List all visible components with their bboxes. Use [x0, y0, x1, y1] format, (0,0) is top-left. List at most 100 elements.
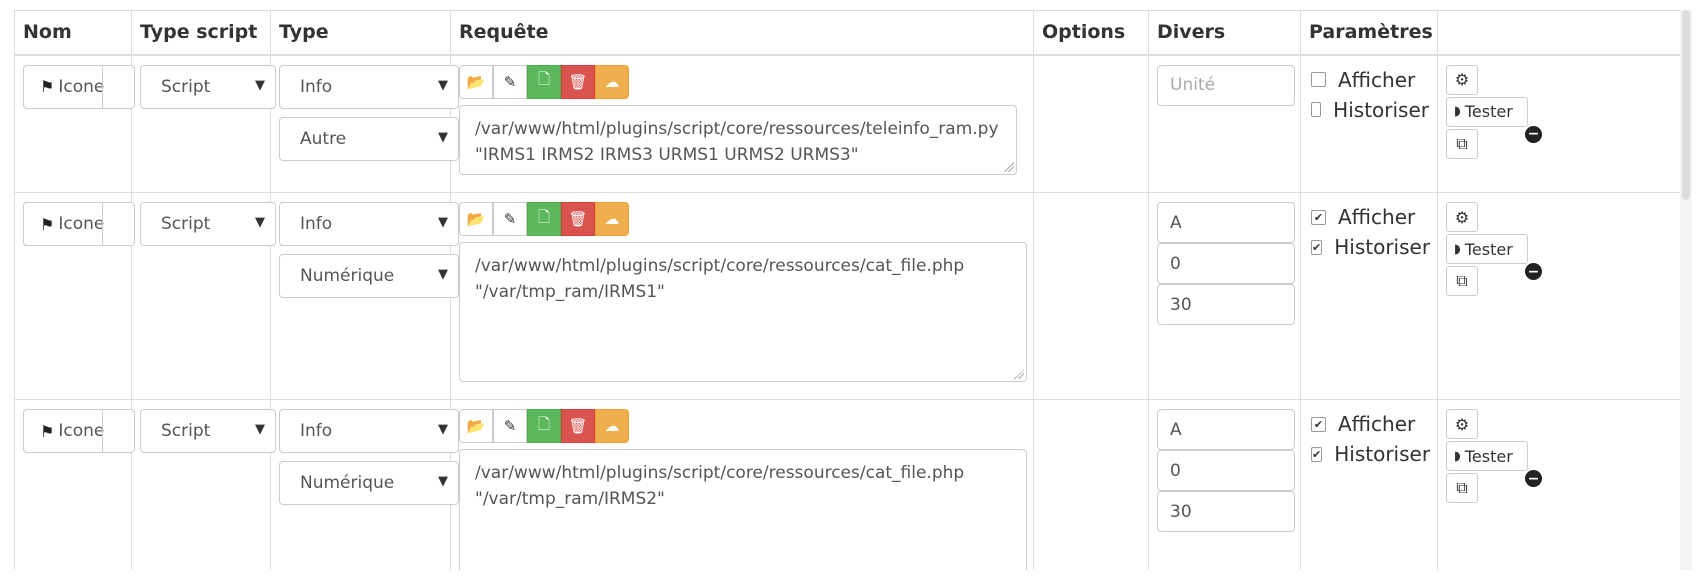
edit-icon: ✎ — [503, 72, 517, 91]
trash-icon: 🗑 — [568, 210, 588, 228]
type-select[interactable]: Info ▼ — [279, 202, 459, 246]
upload-button[interactable]: ☁ — [595, 202, 629, 236]
checkbox-box[interactable] — [1311, 72, 1326, 87]
unit-input[interactable]: A — [1157, 202, 1295, 243]
table-row: ⚑ Icone Script ▼ Info ▼ Autre ▼ 📂 ✎ 🗋 🗑 … — [14, 54, 1684, 193]
cloud-upload-icon: ☁ — [604, 417, 620, 435]
afficher-checkbox[interactable]: Afficher — [1309, 65, 1429, 95]
tester-button[interactable]: ◗ Tester — [1446, 96, 1528, 127]
request-textarea[interactable]: /var/www/html/plugins/script/core/ressou… — [459, 449, 1027, 570]
max-input[interactable]: 30 — [1157, 491, 1295, 532]
configure-button[interactable]: ⚙ — [1446, 202, 1478, 232]
folder-open-icon: 📂 — [466, 72, 486, 91]
command-name-input[interactable]: ⚑ Icone — [23, 64, 135, 109]
edit-icon: ✎ — [503, 210, 517, 228]
header-requete: Requête — [450, 10, 1034, 56]
unit-input[interactable]: Unité — [1157, 64, 1295, 106]
remove-command-icon[interactable]: − — [1525, 470, 1542, 487]
afficher-checkbox[interactable]: ✔ Afficher — [1309, 409, 1429, 439]
configure-button[interactable]: ⚙ — [1446, 409, 1478, 439]
unit-input[interactable]: A — [1157, 409, 1295, 450]
vertical-scrollbar[interactable] — [1680, 10, 1692, 570]
new-file-button[interactable]: 🗋 — [527, 64, 561, 99]
name-input-addon[interactable] — [102, 203, 134, 245]
folder-open-icon: 📂 — [466, 210, 486, 228]
table-header: Nom Type script Type Requête Options Div… — [14, 10, 1684, 56]
edit-button[interactable]: ✎ — [493, 64, 527, 99]
request-button-group: 📂 ✎ 🗋 🗑 ☁ — [459, 202, 1025, 236]
delete-button[interactable]: 🗑 — [561, 409, 595, 443]
header-type-script: Type script — [131, 10, 271, 56]
file-icon: 🗋 — [537, 207, 551, 226]
historiser-checkbox[interactable]: Historiser — [1309, 95, 1429, 125]
checkbox-box[interactable]: ✔ — [1311, 209, 1326, 225]
resize-handle[interactable] — [1004, 161, 1014, 172]
name-input-addon[interactable] — [102, 410, 134, 452]
remove-command-icon[interactable]: − — [1525, 263, 1542, 280]
type-script-select[interactable]: Script ▼ — [140, 202, 276, 246]
trash-icon: 🗑 — [568, 72, 588, 91]
resize-handle[interactable] — [1014, 369, 1024, 379]
max-input[interactable]: 30 — [1157, 284, 1295, 325]
historiser-checkbox[interactable]: ✔ Historiser — [1309, 232, 1430, 262]
request-textarea[interactable]: /var/www/html/plugins/script/core/ressou… — [459, 242, 1027, 382]
new-file-button[interactable]: 🗋 — [527, 202, 561, 236]
request-textarea[interactable]: /var/www/html/plugins/script/core/ressou… — [459, 104, 1017, 175]
afficher-checkbox[interactable]: ✔ Afficher — [1309, 202, 1429, 232]
rss-icon: ◗ — [1454, 448, 1461, 464]
remove-command-icon[interactable]: − — [1525, 125, 1542, 143]
command-table-container: Nom Type script Type Requête Options Div… — [14, 10, 1684, 570]
cloud-upload-icon: ☁ — [604, 72, 620, 91]
folder-open-icon: 📂 — [466, 417, 486, 435]
request-button-group: 📂 ✎ 🗋 🗑 ☁ — [459, 409, 1025, 443]
type-script-select[interactable]: Script ▼ — [140, 64, 276, 109]
caret-down-icon: ▼ — [255, 422, 265, 437]
caret-down-icon: ▼ — [255, 215, 265, 230]
delete-button[interactable]: 🗑 — [561, 202, 595, 236]
type-script-select[interactable]: Script ▼ — [140, 409, 276, 453]
edit-button[interactable]: ✎ — [493, 409, 527, 443]
command-name-input[interactable]: ⚑ Icone — [23, 202, 135, 246]
gears-icon: ⚙ — [1454, 414, 1470, 434]
command-name-input[interactable]: ⚑ Icone — [23, 409, 135, 453]
new-file-button[interactable]: 🗋 — [527, 409, 561, 443]
gears-icon: ⚙ — [1454, 207, 1470, 227]
tester-button[interactable]: ◗ Tester — [1446, 234, 1528, 264]
header-nom: Nom — [14, 10, 132, 56]
copy-button[interactable]: ⧉ — [1446, 473, 1478, 503]
upload-button[interactable]: ☁ — [595, 409, 629, 443]
min-input[interactable]: 0 — [1157, 243, 1295, 284]
delete-button[interactable]: 🗑 — [561, 64, 595, 99]
caret-down-icon: ▼ — [438, 267, 448, 282]
checkbox-box[interactable]: ✔ — [1311, 239, 1323, 255]
edit-icon: ✎ — [503, 417, 517, 435]
min-input[interactable]: 0 — [1157, 450, 1295, 491]
copy-button[interactable]: ⧉ — [1446, 128, 1478, 159]
name-input-addon[interactable] — [102, 65, 134, 108]
scrollbar-thumb[interactable] — [1682, 10, 1690, 200]
tester-button[interactable]: ◗ Tester — [1446, 441, 1528, 471]
copy-button[interactable]: ⧉ — [1446, 266, 1478, 296]
rss-icon: ◗ — [1454, 241, 1461, 257]
configure-button[interactable]: ⚙ — [1446, 64, 1478, 95]
type-select[interactable]: Info ▼ — [279, 64, 459, 109]
subtype-select[interactable]: Autre ▼ — [279, 116, 459, 161]
options-cell — [1033, 192, 1149, 400]
historiser-checkbox[interactable]: ✔ Historiser — [1309, 439, 1430, 469]
trash-icon: 🗑 — [568, 417, 588, 435]
open-folder-button[interactable]: 📂 — [459, 64, 493, 99]
copy-icon: ⧉ — [1456, 271, 1468, 290]
checkbox-box[interactable] — [1311, 102, 1322, 117]
open-folder-button[interactable]: 📂 — [459, 409, 493, 443]
caret-down-icon: ▼ — [438, 422, 448, 437]
checkbox-box[interactable]: ✔ — [1311, 446, 1323, 462]
subtype-select[interactable]: Numérique ▼ — [279, 461, 459, 505]
edit-button[interactable]: ✎ — [493, 202, 527, 236]
upload-button[interactable]: ☁ — [595, 64, 629, 99]
subtype-select[interactable]: Numérique ▼ — [279, 254, 459, 298]
checkbox-box[interactable]: ✔ — [1311, 416, 1326, 432]
type-select[interactable]: Info ▼ — [279, 409, 459, 453]
rss-icon: ◗ — [1454, 104, 1461, 119]
open-folder-button[interactable]: 📂 — [459, 202, 493, 236]
file-icon: 🗋 — [537, 70, 551, 88]
